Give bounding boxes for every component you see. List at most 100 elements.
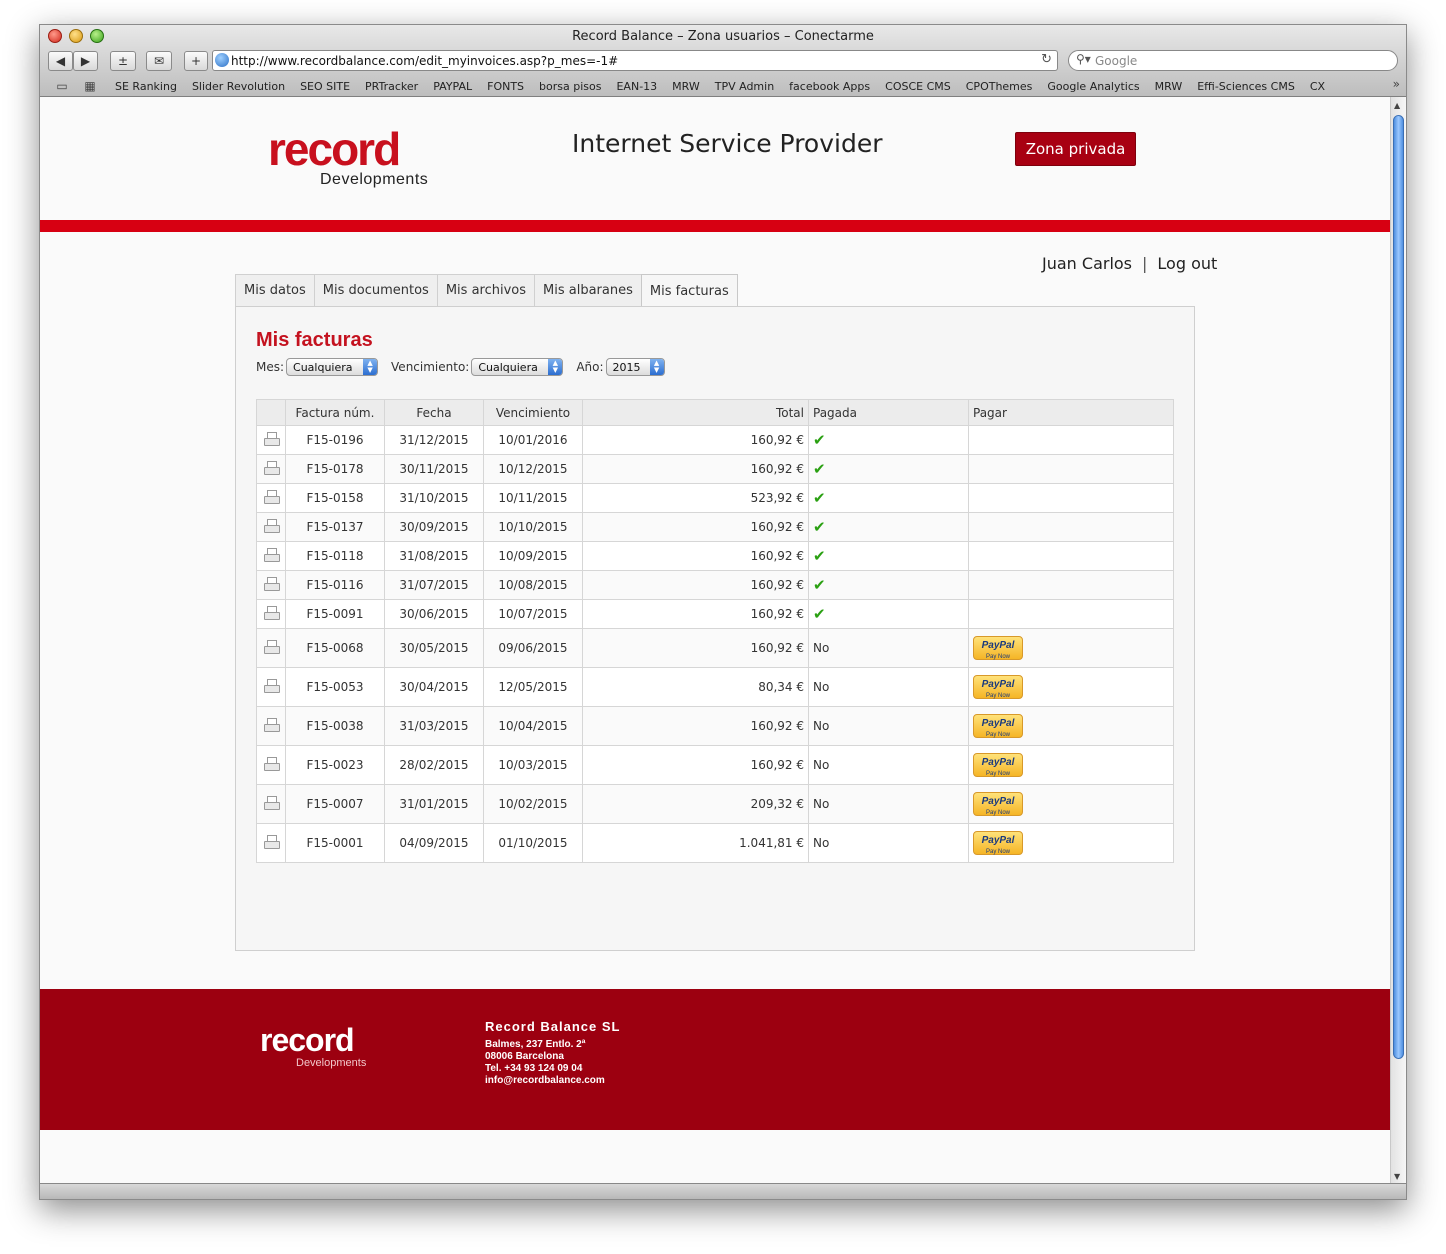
invoice-date: 31/07/2015 bbox=[384, 570, 484, 600]
invoice-paid-status: No bbox=[808, 667, 969, 707]
bookmark-item[interactable]: COSCE CMS bbox=[885, 80, 951, 93]
bookmark-item[interactable]: SE Ranking bbox=[115, 80, 177, 93]
bookmark-item[interactable]: CPOThemes bbox=[966, 80, 1033, 93]
invoice-total: 160,92 € bbox=[582, 628, 809, 668]
invoice-paid-status: ✔ bbox=[808, 541, 969, 571]
print-cell[interactable] bbox=[256, 745, 286, 785]
tab-mis-albaranes[interactable]: Mis albaranes bbox=[534, 274, 642, 306]
footer-logo-text: record bbox=[260, 1022, 355, 1058]
paypal-pay-now-button[interactable]: PayPal Pay Now bbox=[973, 830, 1023, 855]
print-icon[interactable] bbox=[263, 432, 280, 446]
print-icon[interactable] bbox=[263, 640, 280, 654]
scroll-up-icon[interactable]: ▲ bbox=[1394, 101, 1400, 110]
bookmark-item[interactable]: facebook Apps bbox=[789, 80, 870, 93]
paypal-pay-now-button[interactable]: PayPal Pay Now bbox=[973, 635, 1023, 660]
back-button[interactable]: ◀ bbox=[48, 51, 73, 71]
check-icon: ✔ bbox=[813, 431, 826, 449]
bookmark-item[interactable]: MRW bbox=[672, 80, 700, 93]
bookmark-add-button[interactable]: ± bbox=[110, 51, 136, 71]
print-cell[interactable] bbox=[256, 454, 286, 484]
forward-button[interactable]: ▶ bbox=[73, 51, 98, 71]
print-cell[interactable] bbox=[256, 599, 286, 629]
bookmark-item[interactable]: EAN-13 bbox=[616, 80, 657, 93]
print-cell[interactable] bbox=[256, 784, 286, 824]
invoice-total: 160,92 € bbox=[582, 512, 809, 542]
invoice-number: F15-0158 bbox=[285, 483, 385, 513]
print-cell[interactable] bbox=[256, 541, 286, 571]
print-cell[interactable] bbox=[256, 425, 286, 455]
invoice-due-date: 10/01/2016 bbox=[483, 425, 583, 455]
print-icon[interactable] bbox=[263, 548, 280, 562]
logout-link[interactable]: Log out bbox=[1157, 254, 1217, 273]
invoice-paid-status: ✔ bbox=[808, 454, 969, 484]
print-icon[interactable] bbox=[263, 757, 280, 771]
bookmark-item[interactable]: SEO SITE bbox=[300, 80, 350, 93]
bookmark-item[interactable]: CX bbox=[1310, 80, 1325, 93]
bookmark-item[interactable]: borsa pisos bbox=[539, 80, 601, 93]
paypal-pay-now-button[interactable]: PayPal Pay Now bbox=[973, 752, 1023, 777]
bookmark-item[interactable]: MRW bbox=[1155, 80, 1183, 93]
pagada-text: No bbox=[813, 758, 830, 772]
bookmark-item[interactable]: PAYPAL bbox=[433, 80, 472, 93]
bookmark-item[interactable]: Google Analytics bbox=[1047, 80, 1139, 93]
select-arrows-icon: ▲ ▼ bbox=[363, 359, 378, 375]
footer-logo[interactable]: record Developments bbox=[260, 1022, 366, 1069]
print-icon[interactable] bbox=[263, 519, 280, 533]
table-row: F15-0158 31/10/2015 10/11/2015 523,92 € ✔ bbox=[256, 483, 1174, 513]
ano-select[interactable]: 2015 ▲ ▼ bbox=[605, 358, 665, 376]
mes-select[interactable]: Cualquiera ▲ ▼ bbox=[286, 358, 379, 376]
print-icon[interactable] bbox=[263, 490, 280, 504]
tab-mis-archivos[interactable]: Mis archivos bbox=[436, 274, 536, 306]
table-row: F15-0196 31/12/2015 10/01/2016 160,92 € ✔ bbox=[256, 425, 1174, 455]
print-icon[interactable] bbox=[263, 718, 280, 732]
tab-mis-facturas[interactable]: Mis facturas bbox=[640, 274, 738, 307]
forward-arrow-icon: ▶ bbox=[80, 54, 91, 68]
bookmark-item[interactable]: TPV Admin bbox=[715, 80, 774, 93]
print-cell[interactable] bbox=[256, 570, 286, 600]
invoices-panel: Mis facturas Mes: Cualquiera ▲ ▼ Vencimie… bbox=[235, 306, 1195, 951]
print-icon[interactable] bbox=[263, 606, 280, 620]
print-cell[interactable] bbox=[256, 512, 286, 542]
bookmark-item[interactable]: PRTracker bbox=[365, 80, 418, 93]
print-icon[interactable] bbox=[263, 835, 280, 849]
footer-email[interactable]: info@recordbalance.com bbox=[485, 1075, 621, 1087]
tab-mis-documentos[interactable]: Mis documentos bbox=[313, 274, 438, 306]
invoice-number: F15-0023 bbox=[285, 745, 385, 785]
paypal-pay-now-button[interactable]: PayPal Pay Now bbox=[973, 713, 1023, 738]
address-bar[interactable]: http://www.recordbalance.com/edit_myinvo… bbox=[212, 50, 1058, 71]
scroll-down-icon[interactable]: ▼ bbox=[1394, 1172, 1400, 1181]
bookmark-item[interactable]: FONTS bbox=[487, 80, 524, 93]
invoice-total: 160,92 € bbox=[582, 570, 809, 600]
invoice-paid-status: No bbox=[808, 706, 969, 746]
print-cell[interactable] bbox=[256, 706, 286, 746]
print-cell[interactable] bbox=[256, 483, 286, 513]
scrollbar-thumb[interactable] bbox=[1393, 115, 1404, 1059]
reload-icon[interactable]: ↻ bbox=[1041, 52, 1052, 67]
print-cell[interactable] bbox=[256, 667, 286, 707]
record-logo[interactable]: record Developments bbox=[268, 126, 464, 188]
vencimiento-select[interactable]: Cualquiera ▲ ▼ bbox=[471, 358, 564, 376]
print-cell[interactable] bbox=[256, 823, 286, 863]
bookmark-item[interactable]: Slider Revolution bbox=[192, 80, 285, 93]
back-arrow-icon: ◀ bbox=[55, 54, 66, 68]
zona-privada-button[interactable]: Zona privada bbox=[1015, 132, 1136, 166]
search-input[interactable]: ⚲▾ Google bbox=[1068, 50, 1398, 71]
print-icon[interactable] bbox=[263, 577, 280, 591]
tab-mis-datos[interactable]: Mis datos bbox=[235, 274, 315, 306]
reading-list-icon[interactable]: ▭ bbox=[52, 79, 72, 93]
ano-select-value: 2015 bbox=[612, 360, 641, 374]
new-tab-button[interactable]: + bbox=[184, 51, 208, 71]
paypal-pay-now-button[interactable]: PayPal Pay Now bbox=[973, 791, 1023, 816]
vertical-scrollbar[interactable]: ▲ ▼ bbox=[1390, 97, 1406, 1185]
user-name-link[interactable]: Juan Carlos bbox=[1042, 254, 1132, 273]
top-sites-icon[interactable]: ▦ bbox=[80, 79, 100, 93]
bookmarks-overflow-icon[interactable]: » bbox=[1393, 77, 1400, 91]
bookmark-item[interactable]: Effi-Sciences CMS bbox=[1197, 80, 1295, 93]
print-cell[interactable] bbox=[256, 628, 286, 668]
print-icon[interactable] bbox=[263, 461, 280, 475]
invoice-date: 31/03/2015 bbox=[384, 706, 484, 746]
print-icon[interactable] bbox=[263, 796, 280, 810]
paypal-pay-now-button[interactable]: PayPal Pay Now bbox=[973, 674, 1023, 699]
print-icon[interactable] bbox=[263, 679, 280, 693]
mail-button[interactable]: ✉ bbox=[146, 51, 172, 71]
